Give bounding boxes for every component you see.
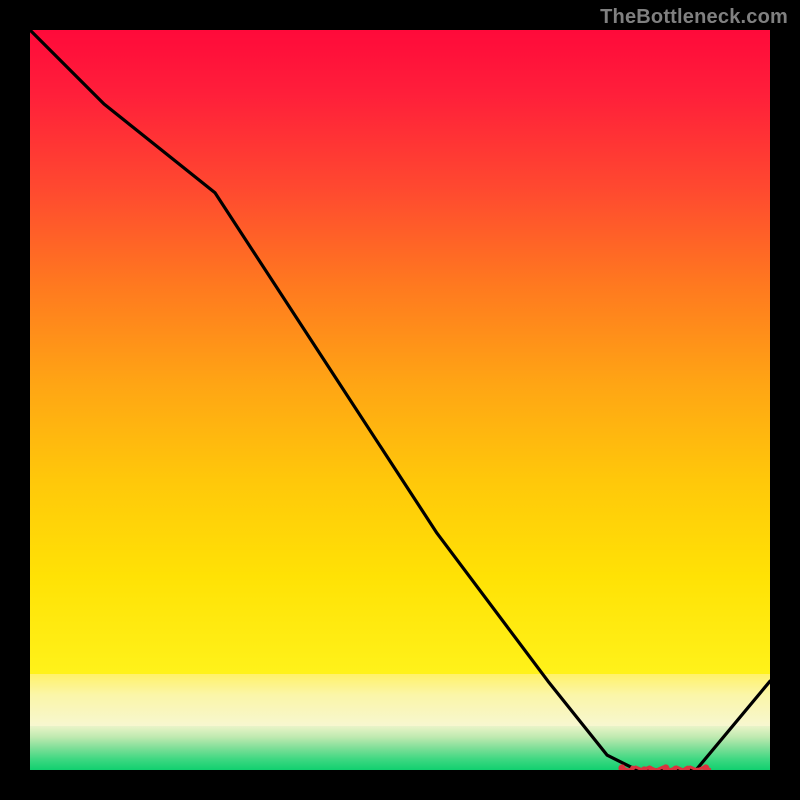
gradient-pale — [30, 674, 770, 726]
chart-container: TheBottleneck.com — [0, 0, 800, 800]
attribution-label: TheBottleneck.com — [600, 6, 788, 29]
gradient-main — [30, 30, 770, 674]
plot-area — [30, 30, 770, 770]
plot-background — [30, 30, 770, 770]
gradient-green — [30, 726, 770, 770]
